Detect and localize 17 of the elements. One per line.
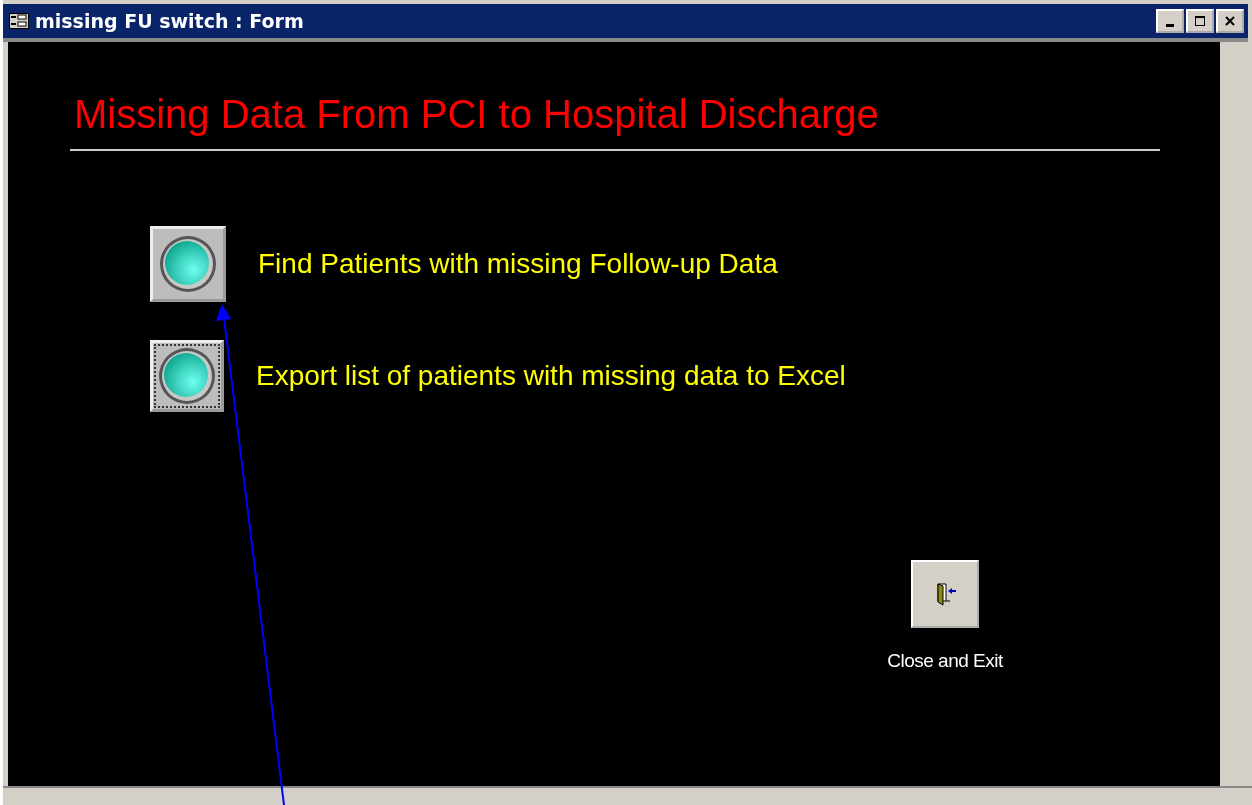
exit-button[interactable] <box>911 560 979 628</box>
window-title: missing FU switch : Form <box>35 10 304 32</box>
action-button[interactable] <box>150 340 224 412</box>
form-icon <box>9 13 29 29</box>
maximize-icon <box>1194 15 1206 27</box>
action-label: Export list of patients with missing data to Excel <box>256 360 846 392</box>
round-light-icon <box>158 347 216 405</box>
close-icon <box>1224 15 1236 27</box>
minimize-button[interactable] <box>1156 9 1184 33</box>
action-button[interactable] <box>150 226 226 302</box>
minimize-icon <box>1166 23 1174 27</box>
exit-label: Close and Exit <box>887 650 1003 672</box>
form-heading: Missing Data From PCI to Hospital Discharge <box>74 92 880 137</box>
maximize-button[interactable] <box>1186 9 1214 33</box>
action-label: Find Patients with missing Follow-up Data <box>258 248 778 280</box>
close-button[interactable] <box>1216 9 1244 33</box>
round-light-icon <box>159 235 217 293</box>
